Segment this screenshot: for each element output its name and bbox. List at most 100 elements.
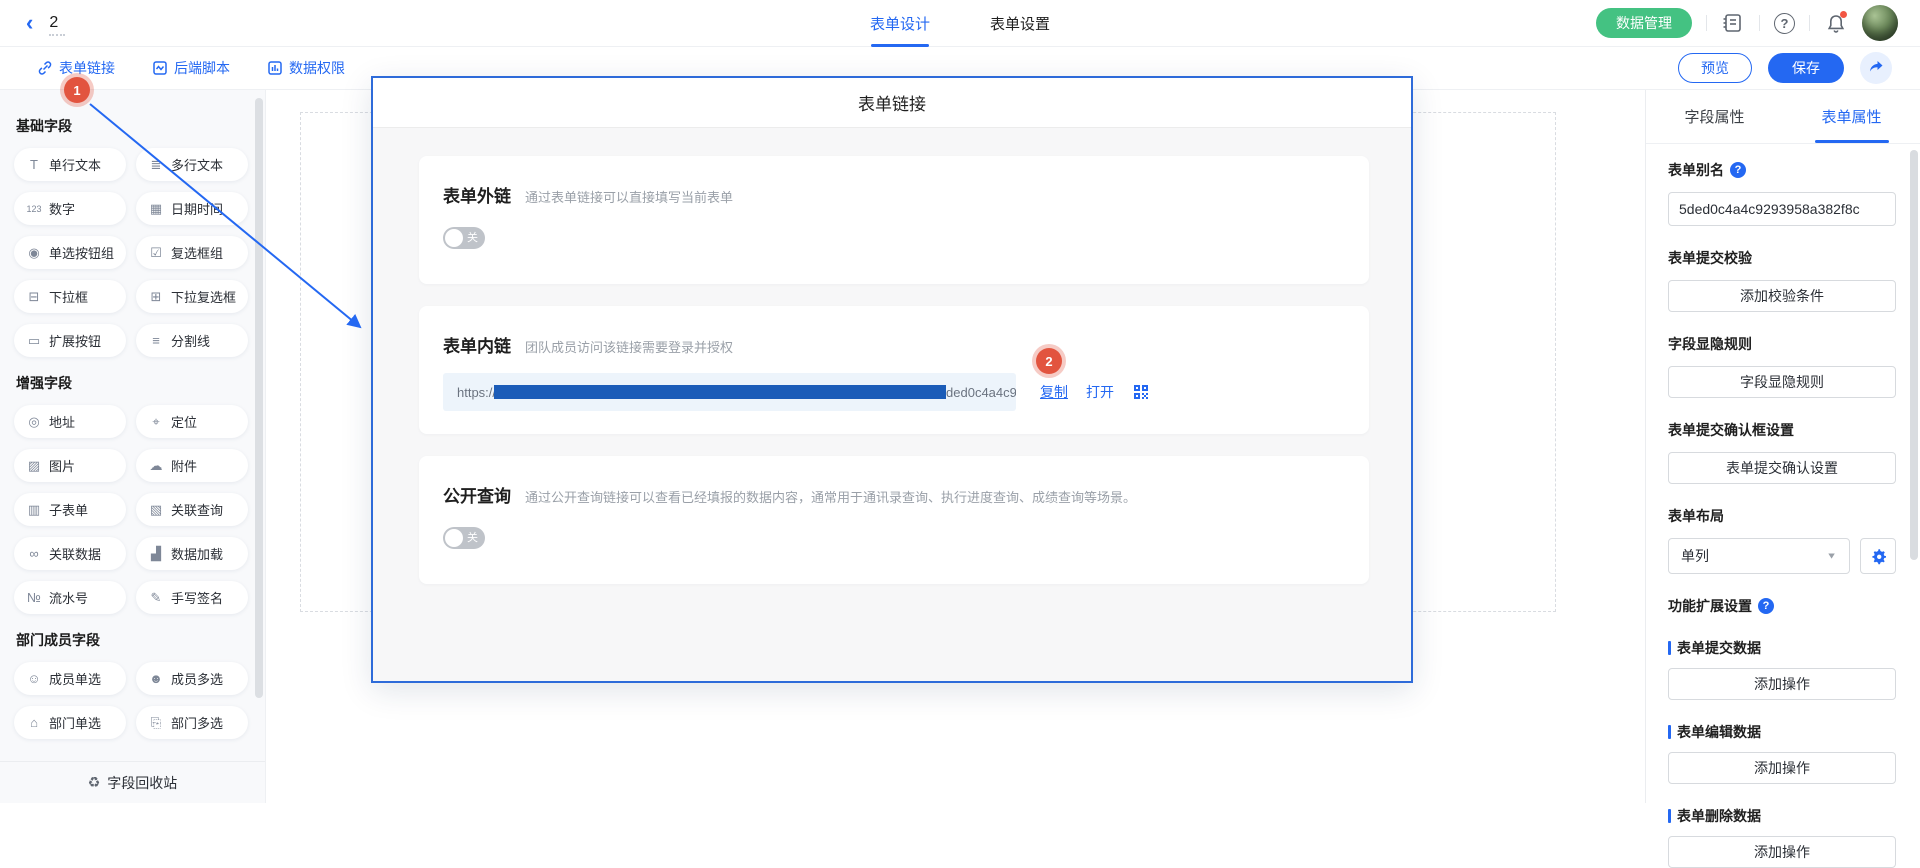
field-item[interactable]: 123数字 (14, 192, 126, 225)
field-item-label: 数据加载 (171, 544, 223, 563)
layout-gear-button[interactable] (1860, 538, 1896, 574)
public-query-toggle[interactable]: 关 (443, 527, 485, 549)
field-recycle-bin-button[interactable]: ♻ 字段回收站 (0, 761, 265, 803)
help-icon[interactable]: ? (1774, 13, 1795, 34)
panel-tab-field-props[interactable]: 字段属性 (1646, 90, 1783, 143)
field-item[interactable]: ⊟下拉框 (14, 280, 126, 313)
field-item[interactable]: ☺成员单选 (14, 662, 126, 695)
field-item[interactable]: ▨图片 (14, 449, 126, 482)
panel-tab-form-props[interactable]: 表单属性 (1783, 90, 1920, 143)
field-item[interactable]: ∞关联数据 (14, 537, 126, 570)
form-edit-data-button[interactable]: 添加操作 (1668, 752, 1896, 784)
tab-form-settings[interactable]: 表单设置 (990, 0, 1050, 47)
notification-dot (1840, 11, 1847, 18)
panel-scrollbar[interactable] (1910, 150, 1918, 560)
contacts-card-icon[interactable] (1721, 11, 1745, 35)
field-item[interactable]: ◎地址 (14, 405, 126, 438)
back-button[interactable]: ‹ (26, 12, 33, 34)
field-item-label: 分割线 (171, 331, 210, 350)
field-item[interactable]: ▦日期时间 (136, 192, 248, 225)
field-item[interactable]: ☻成员多选 (136, 662, 248, 695)
panel-group-function-extension-settings: 功能扩展设置? (1668, 596, 1896, 616)
data-load-icon: ▟ (148, 546, 164, 562)
url-row: https://ded0c4a4c9293958a382f8c2复制打开 (443, 373, 1345, 411)
field-item[interactable]: ⊞ 下拉复选框 (136, 280, 248, 313)
avatar[interactable] (1862, 5, 1898, 41)
dropdown-multi-icon: ⊞ (148, 289, 164, 305)
help-icon[interactable]: ? (1730, 162, 1746, 178)
signature-icon: ✎ (148, 590, 164, 606)
sidebar-section-title: 部门成员字段 (16, 630, 265, 650)
panel-group-label: 表单编辑数据 (1668, 722, 1896, 742)
data-permission-button[interactable]: 数据权限 (267, 58, 345, 78)
panel-group-form-submit-data: 表单提交数据添加操作 (1668, 638, 1896, 700)
radio-group-icon: ◉ (26, 245, 42, 261)
field-item[interactable]: ⌖定位 (136, 405, 248, 438)
panel-group-form-layout: 表单布局单列▼ (1668, 506, 1896, 574)
header-separator (1759, 15, 1760, 31)
field-item-label: 下拉复选框 (171, 287, 236, 306)
field-item-label: 图片 (49, 456, 75, 475)
member-single-icon: ☺ (26, 671, 42, 686)
qr-code-icon[interactable] (1132, 383, 1150, 401)
form-alias-input[interactable] (1668, 192, 1896, 226)
dept-single-icon: ⌂ (26, 715, 42, 730)
field-item[interactable]: ⌂部门单选 (14, 706, 126, 739)
panel-content: 表单别名?表单提交校验添加校验条件字段显隐规则字段显隐规则表单提交确认框设置表单… (1646, 144, 1920, 868)
field-item[interactable]: №流水号 (14, 581, 126, 614)
form-layout-select[interactable]: 单列▼ (1668, 538, 1850, 574)
header-separator (1706, 15, 1707, 31)
field-item[interactable]: ☑复选框组 (136, 236, 248, 269)
save-button[interactable]: 保存 (1768, 53, 1844, 83)
sidebar-section-grid: ☺成员单选 ☻成员多选 ⌂部门单选 ⎘部门多选 (14, 662, 265, 739)
recycle-label: 字段回收站 (107, 773, 177, 793)
share-button[interactable] (1860, 52, 1892, 84)
field-item[interactable]: ≣多行文本 (136, 148, 248, 181)
section-accent-bar (1668, 809, 1671, 823)
field-item[interactable]: ◉ 单选按钮组 (14, 236, 126, 269)
field-palette-sidebar: 基础字段T单行文本≣多行文本123数字▦日期时间◉单选按钮组☑复选框组⊟下拉框⊞… (0, 90, 266, 803)
copy-link-button[interactable]: 复制 (1040, 382, 1068, 402)
form-delete-data-button[interactable]: 添加操作 (1668, 836, 1896, 868)
field-item[interactable]: ▥子表单 (14, 493, 126, 526)
field-item[interactable]: ⎘部门多选 (136, 706, 248, 739)
field-item[interactable]: ✎手写签名 (136, 581, 248, 614)
field-item[interactable]: ▟ 数据加载 (136, 537, 248, 570)
submit-validation-button[interactable]: 添加校验条件 (1668, 280, 1896, 312)
submit-confirm-settings-button[interactable]: 表单提交确认设置 (1668, 452, 1896, 484)
app-header: ‹ 2 表单设计 表单设置 数据管理 ? (0, 0, 1920, 47)
panel-group-label-text: 表单删除数据 (1677, 806, 1761, 826)
field-item[interactable]: T单行文本 (14, 148, 126, 181)
multi-line-text-icon: ≣ (148, 157, 164, 173)
header-separator (1809, 15, 1810, 31)
page-title: 2 (49, 14, 58, 31)
field-item[interactable]: ▭扩展按钮 (14, 324, 126, 357)
field-item[interactable]: ≡分割线 (136, 324, 248, 357)
field-item[interactable]: ☁附件 (136, 449, 248, 482)
tab-form-design[interactable]: 表单设计 (870, 0, 930, 47)
relate-data-icon: ∞ (26, 546, 42, 561)
open-link-button[interactable]: 打开 (1086, 382, 1114, 402)
toolbar-link-label: 表单链接 (59, 58, 115, 78)
notification-bell-icon[interactable] (1824, 11, 1848, 35)
sidebar-section-grid: ◎地址 ⌖定位 ▨图片 ☁附件 ▥子表单 ▧关联查询 ∞关联数据 ▟ 数据加载 №流水号 ✎手写签名 (14, 405, 265, 614)
toggle-knob (445, 229, 463, 247)
data-manage-button[interactable]: 数据管理 (1596, 8, 1692, 38)
panel-group-label: 表单删除数据 (1668, 806, 1896, 826)
card-title: 公开查询 (443, 482, 511, 507)
field-item[interactable]: ▧关联查询 (136, 493, 248, 526)
help-icon[interactable]: ? (1758, 598, 1774, 614)
modal-title: 表单链接 (373, 78, 1411, 128)
backend-script-button[interactable]: 后端脚本 (152, 58, 230, 78)
external-link-toggle[interactable]: 关 (443, 227, 485, 249)
sidebar-scrollbar[interactable] (255, 98, 263, 698)
preview-button[interactable]: 预览 (1678, 53, 1752, 83)
form-link-button[interactable]: 表单链接 (37, 58, 115, 78)
field-item-label: 单选按钮组 (49, 243, 114, 262)
panel-group-field-visibility-rules: 字段显隐规则字段显隐规则 (1668, 334, 1896, 398)
field-visibility-rules-button[interactable]: 字段显隐规则 (1668, 366, 1896, 398)
panel-group-form-delete-data: 表单删除数据添加操作 (1668, 806, 1896, 868)
step-1-badge: 1 (64, 77, 90, 103)
panel-group-label: 表单提交数据 (1668, 638, 1896, 658)
form-submit-data-button[interactable]: 添加操作 (1668, 668, 1896, 700)
